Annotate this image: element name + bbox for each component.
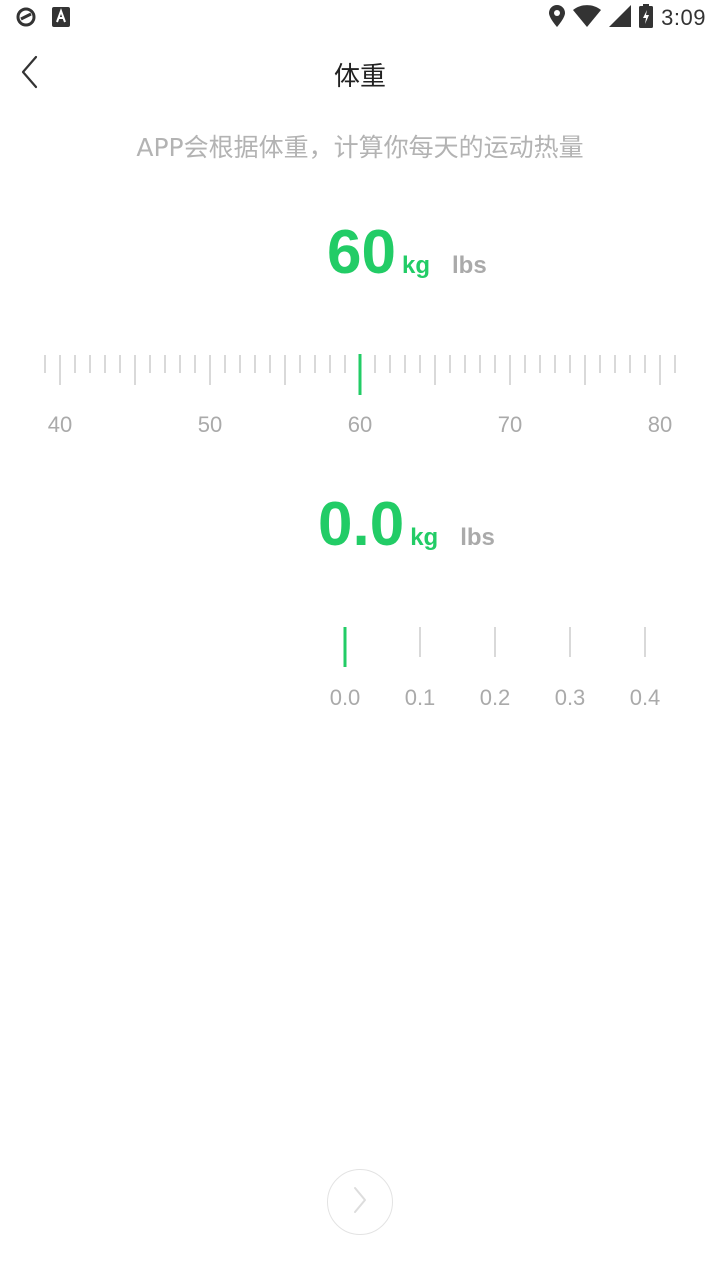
decimal-tick-label: 0.4 (630, 685, 661, 710)
chevron-right-icon (352, 1186, 368, 1218)
decimal-unit-kg-toggle[interactable]: kg (410, 524, 438, 552)
weight-ruler[interactable]: 40 50 60 70 80 (0, 340, 720, 450)
status-bar: 3:09 (0, 0, 720, 36)
decimal-ruler-scale[interactable]: 0.0 0.1 0.2 0.3 0.4 (0, 615, 720, 725)
ruler-tick-label: 80 (648, 412, 672, 437)
ruler-tick-label: 70 (498, 412, 522, 437)
decimal-unit-lbs-toggle[interactable]: lbs (460, 524, 495, 552)
ruler-tick-label: 40 (48, 412, 72, 437)
weight-ruler-scale[interactable]: 40 50 60 70 80 (0, 340, 720, 450)
unit-lbs-toggle[interactable]: lbs (452, 252, 487, 280)
decimal-tick-label: 0.2 (480, 685, 511, 710)
status-time: 3:09 (661, 5, 706, 30)
battery-charging-icon (639, 4, 654, 32)
decimal-tick-label: 0.1 (405, 685, 436, 710)
decimal-weight-value: 0.0 (318, 490, 405, 559)
ruler-tick-label: 50 (198, 412, 222, 437)
main-weight-value: 60 (327, 218, 396, 287)
a-notification-icon (52, 7, 70, 31)
nav-bar: 体重 (0, 36, 720, 112)
ruler-tick-label: 60 (348, 412, 372, 437)
decimal-ruler[interactable]: 0.0 0.1 0.2 0.3 0.4 (0, 615, 720, 725)
subtitle: APP会根据体重，计算你每天的运动热量 (136, 133, 584, 162)
main-weight-display: 60 kg lbs (0, 222, 720, 284)
sync-icon (16, 7, 36, 31)
location-icon (549, 5, 566, 31)
signal-icon (609, 5, 632, 31)
decimal-tick-label: 0.3 (555, 685, 586, 710)
wifi-icon (573, 5, 602, 31)
page-title: 体重 (333, 62, 386, 92)
next-button[interactable] (327, 1169, 393, 1235)
decimal-weight-display: 0.0 kg lbs (0, 494, 720, 556)
decimal-tick-label: 0.0 (330, 685, 361, 710)
unit-kg-toggle[interactable]: kg (402, 252, 430, 280)
